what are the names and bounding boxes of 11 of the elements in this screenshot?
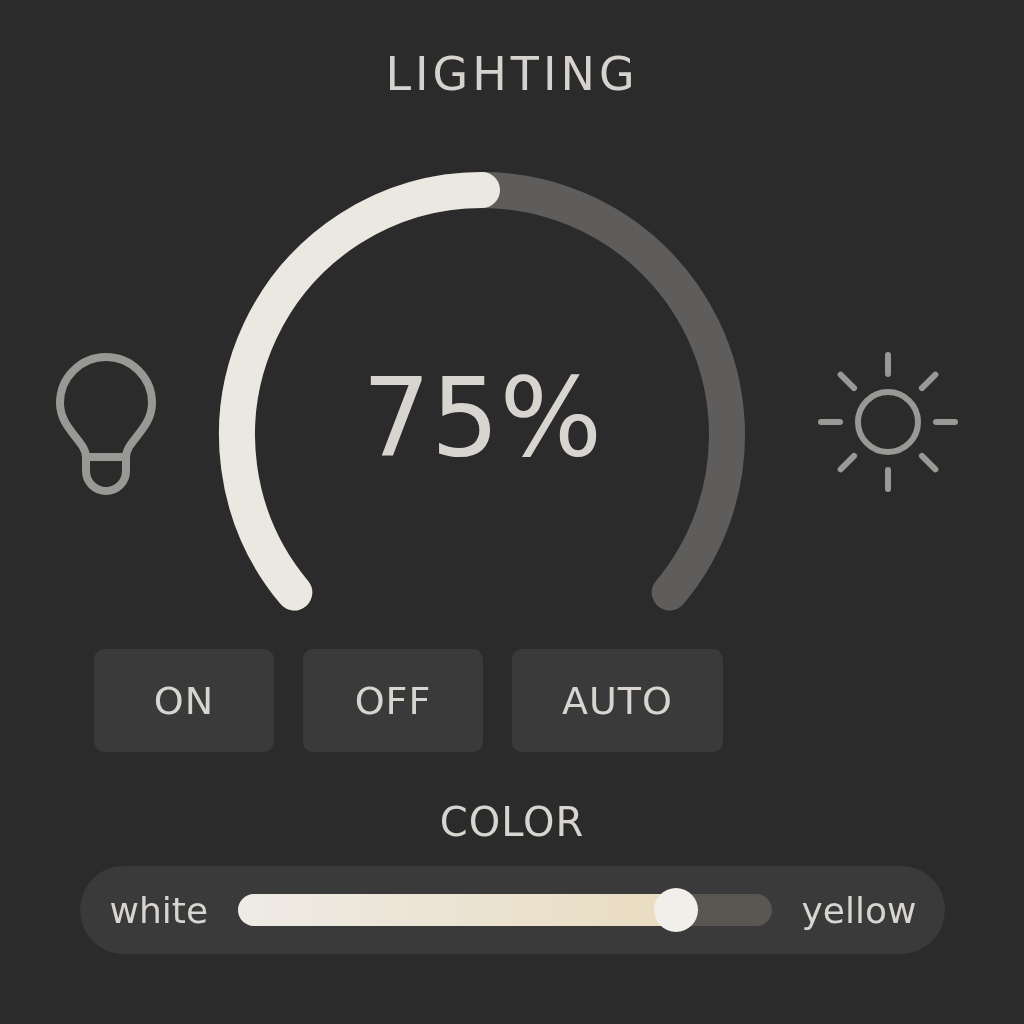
mode-button[interactable]: AUTO <box>512 649 723 752</box>
slider-thumb[interactable] <box>653 888 698 932</box>
slider-max-label: yellow <box>801 889 917 931</box>
slider-min-label: white <box>109 889 209 931</box>
sun-icon <box>818 350 958 494</box>
mode-button[interactable]: OFF <box>303 649 483 752</box>
color-slider[interactable] <box>238 888 772 932</box>
brightness-reading: 75% <box>362 358 602 478</box>
color-title: COLOR <box>439 798 585 846</box>
mode-button[interactable]: ON <box>94 649 274 752</box>
page-title: LIGHTING <box>385 46 639 103</box>
